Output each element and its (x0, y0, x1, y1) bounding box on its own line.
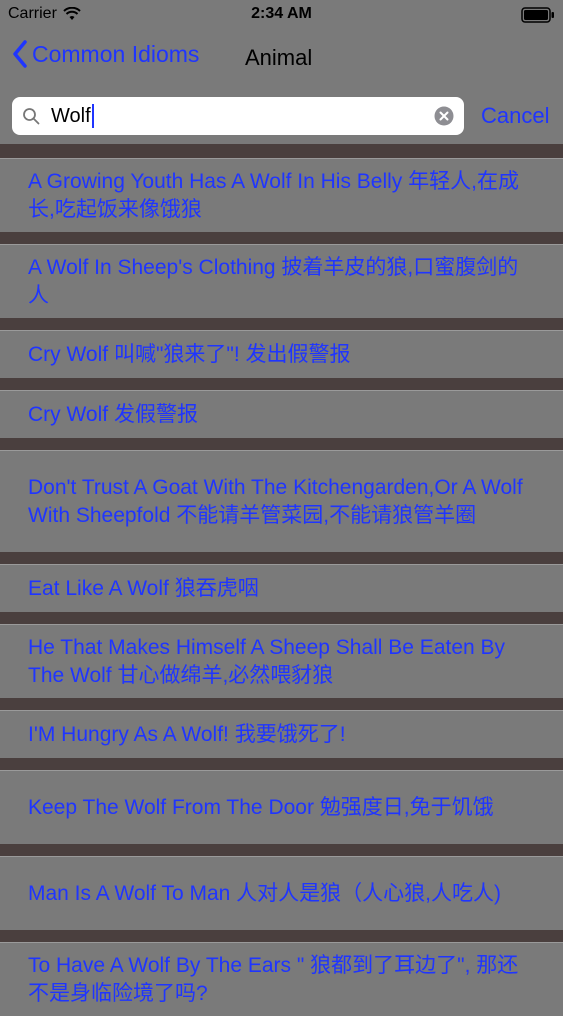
list-item-text: Eat Like A Wolf 狼吞虎咽 (28, 576, 259, 600)
list-item[interactable]: He That Makes Himself A Sheep Shall Be E… (0, 624, 563, 698)
search-bar: Wolf Cancel (0, 84, 563, 144)
list-item[interactable]: Eat Like A Wolf 狼吞虎咽 (0, 564, 563, 612)
row-separator (0, 318, 563, 330)
search-query: Wolf (51, 104, 94, 128)
row-separator (0, 552, 563, 564)
page-title: Animal (245, 45, 313, 70)
list-item[interactable]: Don't Trust A Goat With The Kitchengarde… (0, 450, 563, 552)
navigation-bar: Common Idioms Animal (0, 30, 563, 84)
list-item[interactable]: Cry Wolf 叫喊"狼来了"! 发出假警报 (0, 330, 563, 378)
list-item-text: Man Is A Wolf To Man 人对人是狼（人心狼,人吃人) (28, 881, 501, 905)
list-item-text: A Wolf In Sheep's Clothing 披着羊皮的狼,口蜜腹剑的人 (28, 255, 519, 307)
list-item-text: Don't Trust A Goat With The Kitchengarde… (28, 475, 523, 527)
row-separator (0, 612, 563, 624)
text-caret (91, 104, 94, 128)
row-separator (0, 438, 563, 450)
row-separator (0, 378, 563, 390)
cancel-button[interactable]: Cancel (481, 103, 549, 129)
battery-icon (521, 7, 554, 23)
list-item-text: Cry Wolf 发假警报 (28, 402, 198, 426)
search-input[interactable]: Wolf (12, 97, 464, 135)
status-time: 2:34 AM (251, 5, 312, 22)
list-item[interactable]: To Have A Wolf By The Ears " 狼都到了耳边了", 那… (0, 942, 563, 1016)
list-item[interactable]: I'M Hungry As A Wolf! 我要饿死了! (0, 710, 563, 758)
list-item-text: Keep The Wolf From The Door 勉强度日,免于饥饿 (28, 795, 494, 819)
results-list: A Growing Youth Has A Wolf In His Belly … (0, 144, 563, 1016)
row-separator (0, 844, 563, 856)
clear-icon[interactable] (434, 106, 454, 126)
status-bar: Carrier 2:34 AM (0, 0, 563, 30)
back-button[interactable]: Common Idioms (12, 40, 199, 68)
list-item[interactable]: Cry Wolf 发假警报 (0, 390, 563, 438)
row-separator (0, 758, 563, 770)
list-item-text: I'M Hungry As A Wolf! 我要饿死了! (28, 722, 346, 746)
list-item-text: To Have A Wolf By The Ears " 狼都到了耳边了", 那… (28, 953, 519, 1005)
list-item[interactable]: A Wolf In Sheep's Clothing 披着羊皮的狼,口蜜腹剑的人 (0, 244, 563, 318)
search-icon (23, 108, 40, 125)
list-item-text: He That Makes Himself A Sheep Shall Be E… (28, 635, 506, 687)
chevron-left-icon (13, 40, 27, 68)
list-item-text: A Growing Youth Has A Wolf In His Belly … (28, 169, 519, 221)
list-item-text: Cry Wolf 叫喊"狼来了"! 发出假警报 (28, 342, 351, 366)
list-item[interactable]: Keep The Wolf From The Door 勉强度日,免于饥饿 (0, 770, 563, 844)
row-separator (0, 698, 563, 710)
list-item[interactable]: Man Is A Wolf To Man 人对人是狼（人心狼,人吃人) (0, 856, 563, 930)
row-separator (0, 232, 563, 244)
back-button-label: Common Idioms (32, 40, 200, 67)
search-query-text: Wolf (51, 104, 91, 127)
list-item[interactable]: A Growing Youth Has A Wolf In His Belly … (0, 158, 563, 232)
row-separator (0, 930, 563, 942)
row-separator (0, 144, 563, 158)
